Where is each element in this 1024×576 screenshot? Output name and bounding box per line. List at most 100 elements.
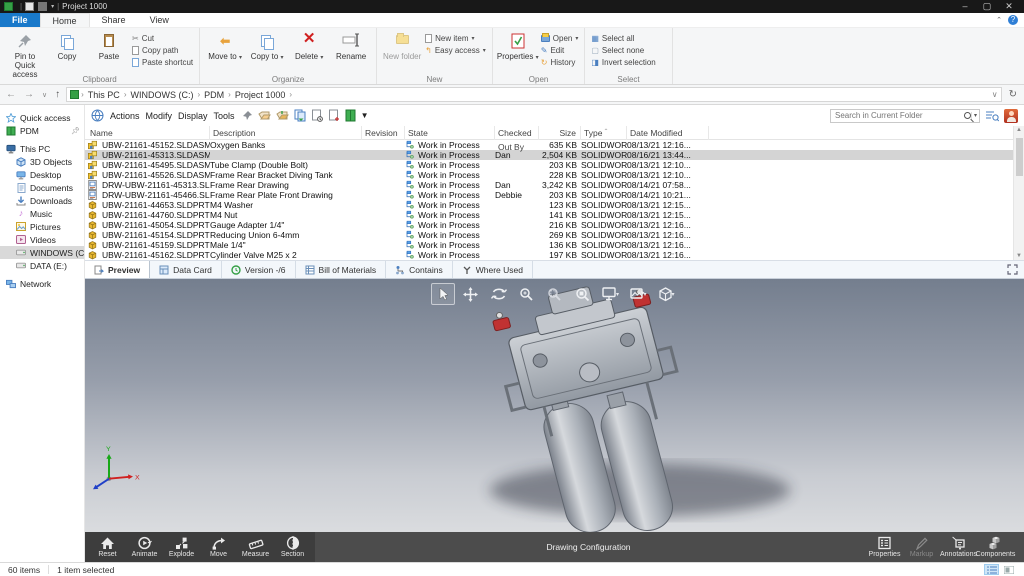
column-checked-out-by[interactable]: Checked Out By — [495, 126, 539, 140]
sidebar-item-music[interactable]: ♪Music — [0, 207, 84, 220]
select-none-button[interactable]: ▢Select none — [589, 45, 657, 56]
edit-button[interactable]: ✎Edit — [539, 45, 581, 56]
menu-modify[interactable]: Modify — [146, 111, 173, 121]
table-row[interactable]: UBW-21161-45054.SLDPRTGauge Adapter 1/4"… — [85, 220, 1024, 230]
move-to-button[interactable]: ⬅ Move to ▾ — [204, 30, 246, 62]
expand-preview-icon[interactable] — [1007, 261, 1024, 278]
table-row[interactable]: UBW-21161-45526.SLDASMFrame Rear Bracket… — [85, 170, 1024, 180]
open-button[interactable]: Open▾ — [539, 33, 581, 44]
breadcrumb-separator-icon[interactable]: › — [197, 90, 200, 99]
check-in-icon[interactable] — [276, 110, 289, 122]
tab-bill-of-materials[interactable]: Bill of Materials — [296, 261, 387, 278]
copy-path-button[interactable]: Copy path — [130, 45, 195, 56]
zoom-area-tool[interactable] — [543, 283, 567, 305]
toolbar-overflow-icon[interactable]: ▼ — [361, 111, 369, 120]
address-input[interactable]: › This PC›WINDOWS (C:)›PDM›Project 1000›… — [66, 87, 1001, 102]
maximize-button[interactable]: ▢ — [976, 1, 998, 12]
column-type[interactable]: ⌃Type — [581, 126, 627, 140]
chevron-down-icon[interactable]: ▾ — [51, 3, 54, 10]
sidebar-item-downloads[interactable]: Downloads — [0, 194, 84, 207]
properties-button[interactable]: Properties ▾ — [497, 30, 539, 62]
search-input[interactable] — [835, 111, 964, 120]
recent-locations-icon[interactable]: ∨ — [40, 91, 49, 99]
breadcrumb-item[interactable]: PDM — [202, 90, 226, 100]
vault-view-icon[interactable] — [345, 109, 356, 122]
configuration-label[interactable]: Drawing Configuration — [315, 532, 862, 562]
table-row[interactable]: DRW-UBW-21161-45313.SLDDRWFrame Rear Dra… — [85, 180, 1024, 190]
tab-version[interactable]: Version -/6 — [222, 261, 296, 278]
sidebar-item-videos[interactable]: Videos — [0, 233, 84, 246]
tab-file[interactable]: File — [0, 13, 40, 27]
collapse-ribbon-icon[interactable]: ⌃ — [996, 16, 1002, 24]
sidebar-item-desktop[interactable]: Desktop — [0, 168, 84, 181]
reset-button[interactable]: Reset — [89, 532, 126, 562]
scroll-up-icon[interactable]: ▲ — [1014, 127, 1024, 133]
folder-icon[interactable] — [38, 2, 47, 11]
select-all-button[interactable]: ▦Select all — [589, 33, 657, 44]
breadcrumb-separator-icon[interactable]: › — [228, 90, 231, 99]
quick-access-toolbar-icon[interactable] — [25, 2, 34, 11]
easy-access-button[interactable]: ↰Easy access▾ — [423, 45, 488, 56]
get-latest-icon[interactable] — [294, 109, 306, 122]
tab-share[interactable]: Share — [90, 13, 138, 27]
explode-button[interactable]: Explode — [163, 532, 200, 562]
table-row[interactable]: UBW-21161-45159.SLDPRTMale 1/4"Work in P… — [85, 240, 1024, 250]
minimize-button[interactable]: – — [954, 1, 976, 12]
up-button[interactable]: ↑ — [53, 89, 62, 100]
sidebar-item-data-e[interactable]: DATA (E:) — [0, 259, 84, 272]
table-row[interactable]: UBW-21161-44653.SLDPRTM4 WasherWork in P… — [85, 200, 1024, 210]
new-folder-button[interactable]: New folder — [381, 30, 423, 62]
table-row[interactable]: DRW-UBW-21161-45466.SLDDRWFrame Rear Pla… — [85, 190, 1024, 200]
list-scrollbar[interactable]: ▲ ▼ — [1013, 126, 1024, 260]
sidebar-item-quick-access[interactable]: Quick access — [0, 111, 84, 124]
check-out-icon[interactable] — [258, 110, 271, 122]
refresh-icon[interactable]: ↻ — [1006, 89, 1020, 100]
address-dropdown-icon[interactable]: ∨ — [992, 90, 998, 99]
details-view-button[interactable] — [984, 564, 999, 575]
display-style-dropdown[interactable]: ▾ — [599, 283, 623, 305]
column-size[interactable]: Size — [539, 126, 581, 140]
back-button[interactable]: ← — [4, 89, 18, 100]
menu-display[interactable]: Display — [178, 111, 208, 121]
pin-to-quick-access-button[interactable]: Pin to Quick access — [4, 30, 46, 79]
breadcrumb-item[interactable]: This PC — [86, 90, 122, 100]
table-row[interactable]: UBW-21161-44760.SLDPRTM4 NutWork in Proc… — [85, 210, 1024, 220]
tab-contains[interactable]: Contains — [386, 261, 453, 278]
annotations-button[interactable]: Annotations — [940, 532, 977, 562]
close-button[interactable]: ✕ — [998, 1, 1020, 12]
breadcrumb-separator-icon[interactable]: › — [124, 90, 127, 99]
search-icon[interactable] — [964, 112, 971, 119]
user-avatar[interactable] — [1004, 109, 1018, 123]
tab-view[interactable]: View — [138, 13, 181, 27]
zoom-in-out-tool[interactable] — [515, 283, 539, 305]
cut-button[interactable]: ✂Cut — [130, 33, 195, 44]
new-document-icon[interactable] — [328, 109, 340, 122]
history-button[interactable]: ↻History — [539, 57, 581, 68]
table-row[interactable]: UBW-21161-45162.SLDPRTCylinder Valve M25… — [85, 250, 1024, 260]
new-item-button[interactable]: New item▾ — [423, 33, 488, 44]
sidebar-item-windows-c[interactable]: WINDOWS (C:) — [0, 246, 84, 259]
search-dropdown-icon[interactable]: ▾ — [971, 112, 977, 119]
preview-viewport[interactable]: Y X ▾ ▾ — [85, 279, 1024, 532]
table-row[interactable]: UBW-21161-45495.SLDASMTube Clamp (Double… — [85, 160, 1024, 170]
breadcrumb-item[interactable]: Project 1000 — [233, 90, 288, 100]
forward-button[interactable]: → — [22, 89, 36, 100]
document-version-icon[interactable] — [311, 109, 323, 122]
rename-button[interactable]: Rename — [330, 30, 372, 62]
scene-dropdown[interactable]: ▾ — [627, 283, 651, 305]
pan-tool[interactable] — [459, 283, 483, 305]
menu-tools[interactable]: Tools — [214, 111, 235, 121]
scrollbar-thumb[interactable] — [1016, 138, 1023, 176]
move-button[interactable]: Move — [200, 532, 237, 562]
table-row[interactable]: UBW-21161-45313.SLDASMWork in ProcessDan… — [85, 150, 1024, 160]
help-icon[interactable]: ? — [1008, 15, 1018, 25]
table-row[interactable]: UBW-21161-45154.SLDPRTReducing Union 6-4… — [85, 230, 1024, 240]
section-button[interactable]: Section — [274, 532, 311, 562]
tab-data-card[interactable]: Data Card — [150, 261, 222, 278]
sidebar-item-documents[interactable]: Documents — [0, 181, 84, 194]
search-options-icon[interactable] — [985, 110, 999, 122]
copy-button[interactable]: Copy — [46, 30, 88, 62]
tab-preview[interactable]: Preview — [85, 261, 150, 278]
breadcrumb-separator-icon[interactable]: › — [289, 90, 292, 99]
sidebar-item-this-pc[interactable]: This PC — [0, 142, 84, 155]
